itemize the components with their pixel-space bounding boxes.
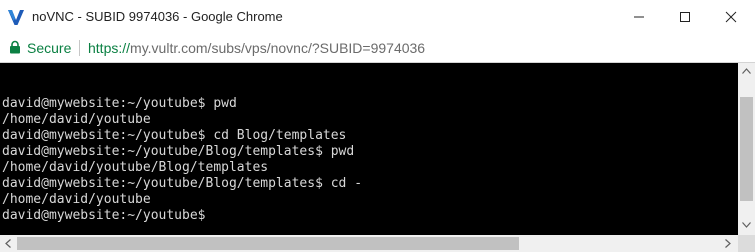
terminal-output: david@mywebsite:~/youtube$ pwd/home/davi…: [2, 96, 362, 224]
browser-window: noVNC - SUBID 9974036 - Google Chrome Se…: [0, 0, 755, 252]
terminal-line: david@mywebsite:~/youtube$ cd Blog/templ…: [2, 128, 347, 143]
horizontal-scrollbar[interactable]: [0, 235, 738, 252]
maximize-button[interactable]: [662, 0, 708, 34]
terminal-line: david@mywebsite:~/youtube$: [2, 208, 206, 223]
scroll-right-arrow-icon[interactable]: [725, 239, 731, 248]
scroll-up-arrow-icon[interactable]: [742, 68, 751, 74]
vultr-logo-icon: [8, 10, 24, 25]
url-field[interactable]: https://my.vultr.com/subs/vps/novnc/?SUB…: [88, 40, 425, 56]
vertical-scrollbar[interactable]: [738, 63, 755, 235]
close-button[interactable]: [708, 0, 754, 34]
url-path: my.vultr.com/subs/vps/novnc/?SUBID=99740…: [130, 40, 426, 56]
scroll-down-arrow-icon[interactable]: [742, 222, 751, 228]
close-icon: [725, 11, 737, 23]
url-scheme: https://: [88, 40, 131, 56]
terminal-line: david@mywebsite:~/youtube/Blog/templates…: [2, 144, 355, 159]
vertical-scroll-thumb[interactable]: [740, 97, 753, 201]
terminal-line: david@mywebsite:~/youtube$ pwd: [2, 96, 237, 111]
scroll-left-arrow-icon[interactable]: [5, 239, 11, 248]
secure-label[interactable]: Secure: [27, 40, 71, 56]
terminal-line: /home/david/youtube: [2, 112, 151, 127]
address-separator: [79, 40, 80, 56]
lock-icon[interactable]: [9, 40, 21, 54]
maximize-icon: [680, 12, 690, 22]
minimize-icon: [634, 16, 644, 18]
minimize-button[interactable]: [616, 0, 662, 34]
terminal-line: /home/david/youtube: [2, 192, 151, 207]
horizontal-scroll-thumb[interactable]: [17, 237, 519, 250]
vnc-console[interactable]: david@mywebsite:~/youtube$ pwd/home/davi…: [0, 63, 738, 235]
window-title: noVNC - SUBID 9974036 - Google Chrome: [32, 9, 283, 24]
scrollbar-corner: [738, 235, 755, 252]
address-bar[interactable]: Secure https://my.vultr.com/subs/vps/nov…: [0, 34, 755, 62]
terminal-line: /home/david/youtube/Blog/templates: [2, 160, 269, 175]
title-bar[interactable]: noVNC - SUBID 9974036 - Google Chrome: [0, 0, 755, 34]
terminal-line: david@mywebsite:~/youtube/Blog/templates…: [2, 176, 363, 191]
